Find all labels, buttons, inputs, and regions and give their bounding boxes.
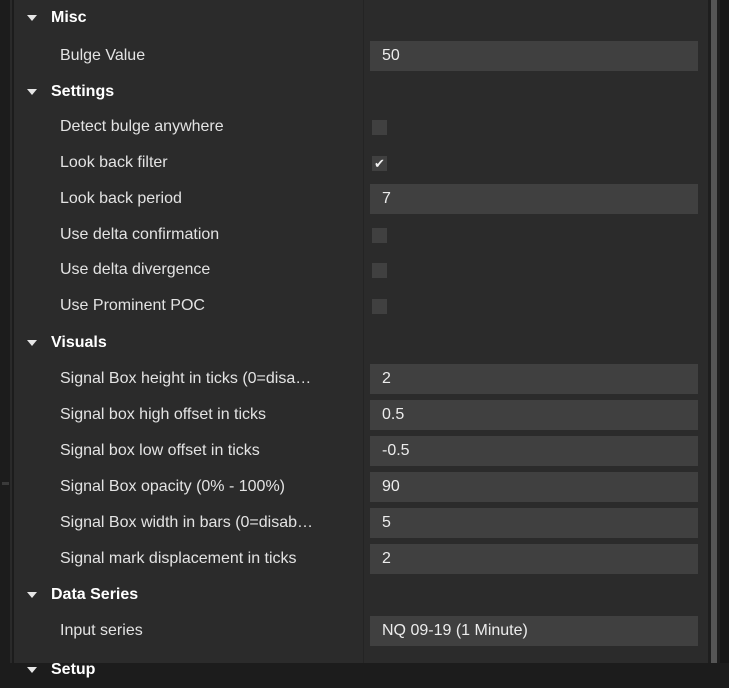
property-row-signal-box-high-offset[interactable]: Signal box high offset in ticks 0.5 xyxy=(14,397,708,433)
property-label: Signal mark displacement in ticks xyxy=(60,550,297,567)
splitter-marker xyxy=(2,482,9,485)
property-row-signal-box-opacity[interactable]: Signal Box opacity (0% - 100%) 90 xyxy=(14,469,708,505)
property-row-bulge-value[interactable]: Bulge Value 50 xyxy=(14,38,708,74)
property-label: Look back filter xyxy=(60,154,168,171)
property-label: Signal Box width in bars (0=disab… xyxy=(60,514,314,531)
property-label: Use Prominent POC xyxy=(60,297,205,314)
category-settings[interactable]: Settings xyxy=(14,74,708,110)
property-label: Bulge Value xyxy=(60,47,146,64)
chevron-down-icon[interactable] xyxy=(27,667,37,673)
chevron-down-icon[interactable] xyxy=(27,89,37,95)
category-label: Visuals xyxy=(51,334,107,351)
signal-box-opacity-field[interactable]: 90 xyxy=(370,472,698,502)
property-label: Signal box low offset in ticks xyxy=(60,442,260,459)
property-row-look-back-filter[interactable]: Look back filter ✔ xyxy=(14,145,708,181)
property-label: Use delta divergence xyxy=(60,261,211,278)
property-row-detect-bulge-anywhere[interactable]: Detect bulge anywhere xyxy=(14,109,708,145)
detect-bulge-anywhere-checkbox[interactable] xyxy=(372,120,387,135)
category-misc[interactable]: Misc xyxy=(14,0,708,36)
category-data-series[interactable]: Data Series xyxy=(14,577,708,613)
chevron-down-icon[interactable] xyxy=(27,592,37,598)
look-back-filter-checkbox[interactable]: ✔ xyxy=(372,156,387,171)
category-label: Setup xyxy=(51,661,96,678)
property-row-signal-box-width[interactable]: Signal Box width in bars (0=disab… 5 xyxy=(14,505,708,541)
property-label: Signal box high offset in ticks xyxy=(60,406,267,423)
signal-box-low-offset-field[interactable]: -0.5 xyxy=(370,436,698,466)
chevron-down-icon[interactable] xyxy=(27,15,37,21)
property-row-look-back-period[interactable]: Look back period 7 xyxy=(14,181,708,217)
scrollbar[interactable] xyxy=(708,0,729,663)
category-label: Misc xyxy=(51,9,87,26)
property-row-use-prominent-poc[interactable]: Use Prominent POC xyxy=(14,288,708,324)
use-delta-confirmation-checkbox[interactable] xyxy=(372,228,387,243)
look-back-period-field[interactable]: 7 xyxy=(370,184,698,214)
signal-box-width-field[interactable]: 5 xyxy=(370,508,698,538)
property-label: Use delta confirmation xyxy=(60,226,220,243)
property-label: Signal Box opacity (0% - 100%) xyxy=(60,478,285,495)
property-row-signal-box-low-offset[interactable]: Signal box low offset in ticks -0.5 xyxy=(14,433,708,469)
category-label: Settings xyxy=(51,83,115,100)
input-series-field[interactable]: NQ 09-19 (1 Minute) xyxy=(370,616,698,646)
property-row-input-series[interactable]: Input series NQ 09-19 (1 Minute) xyxy=(14,613,708,649)
property-label: Signal Box height in ticks (0=disa… xyxy=(60,370,312,387)
property-row-use-delta-divergence[interactable]: Use delta divergence xyxy=(14,252,708,288)
signal-box-high-offset-field[interactable]: 0.5 xyxy=(370,400,698,430)
use-prominent-poc-checkbox[interactable] xyxy=(372,299,387,314)
bulge-value-field[interactable]: 50 xyxy=(370,41,698,71)
property-row-use-delta-confirmation[interactable]: Use delta confirmation xyxy=(14,217,708,253)
panel-divider xyxy=(10,0,12,663)
category-label: Data Series xyxy=(51,586,139,603)
category-visuals[interactable]: Visuals xyxy=(14,325,708,361)
property-label: Look back period xyxy=(60,190,182,207)
left-panel-edge xyxy=(0,0,14,663)
property-row-signal-box-height[interactable]: Signal Box height in ticks (0=disa… 2 xyxy=(14,361,708,397)
scrollbar-thumb[interactable] xyxy=(711,0,717,663)
property-grid: Misc Bulge Value 50 Settings Detect bulg… xyxy=(14,0,708,678)
scrollbar-track[interactable] xyxy=(720,0,729,663)
property-row-signal-mark-displacement[interactable]: Signal mark displacement in ticks 2 xyxy=(14,541,708,577)
category-setup[interactable]: Setup xyxy=(14,652,708,688)
property-label: Detect bulge anywhere xyxy=(60,118,224,135)
property-label: Input series xyxy=(60,622,143,639)
chevron-down-icon[interactable] xyxy=(27,340,37,346)
use-delta-divergence-checkbox[interactable] xyxy=(372,263,387,278)
signal-box-height-field[interactable]: 2 xyxy=(370,364,698,394)
signal-mark-displacement-field[interactable]: 2 xyxy=(370,544,698,574)
